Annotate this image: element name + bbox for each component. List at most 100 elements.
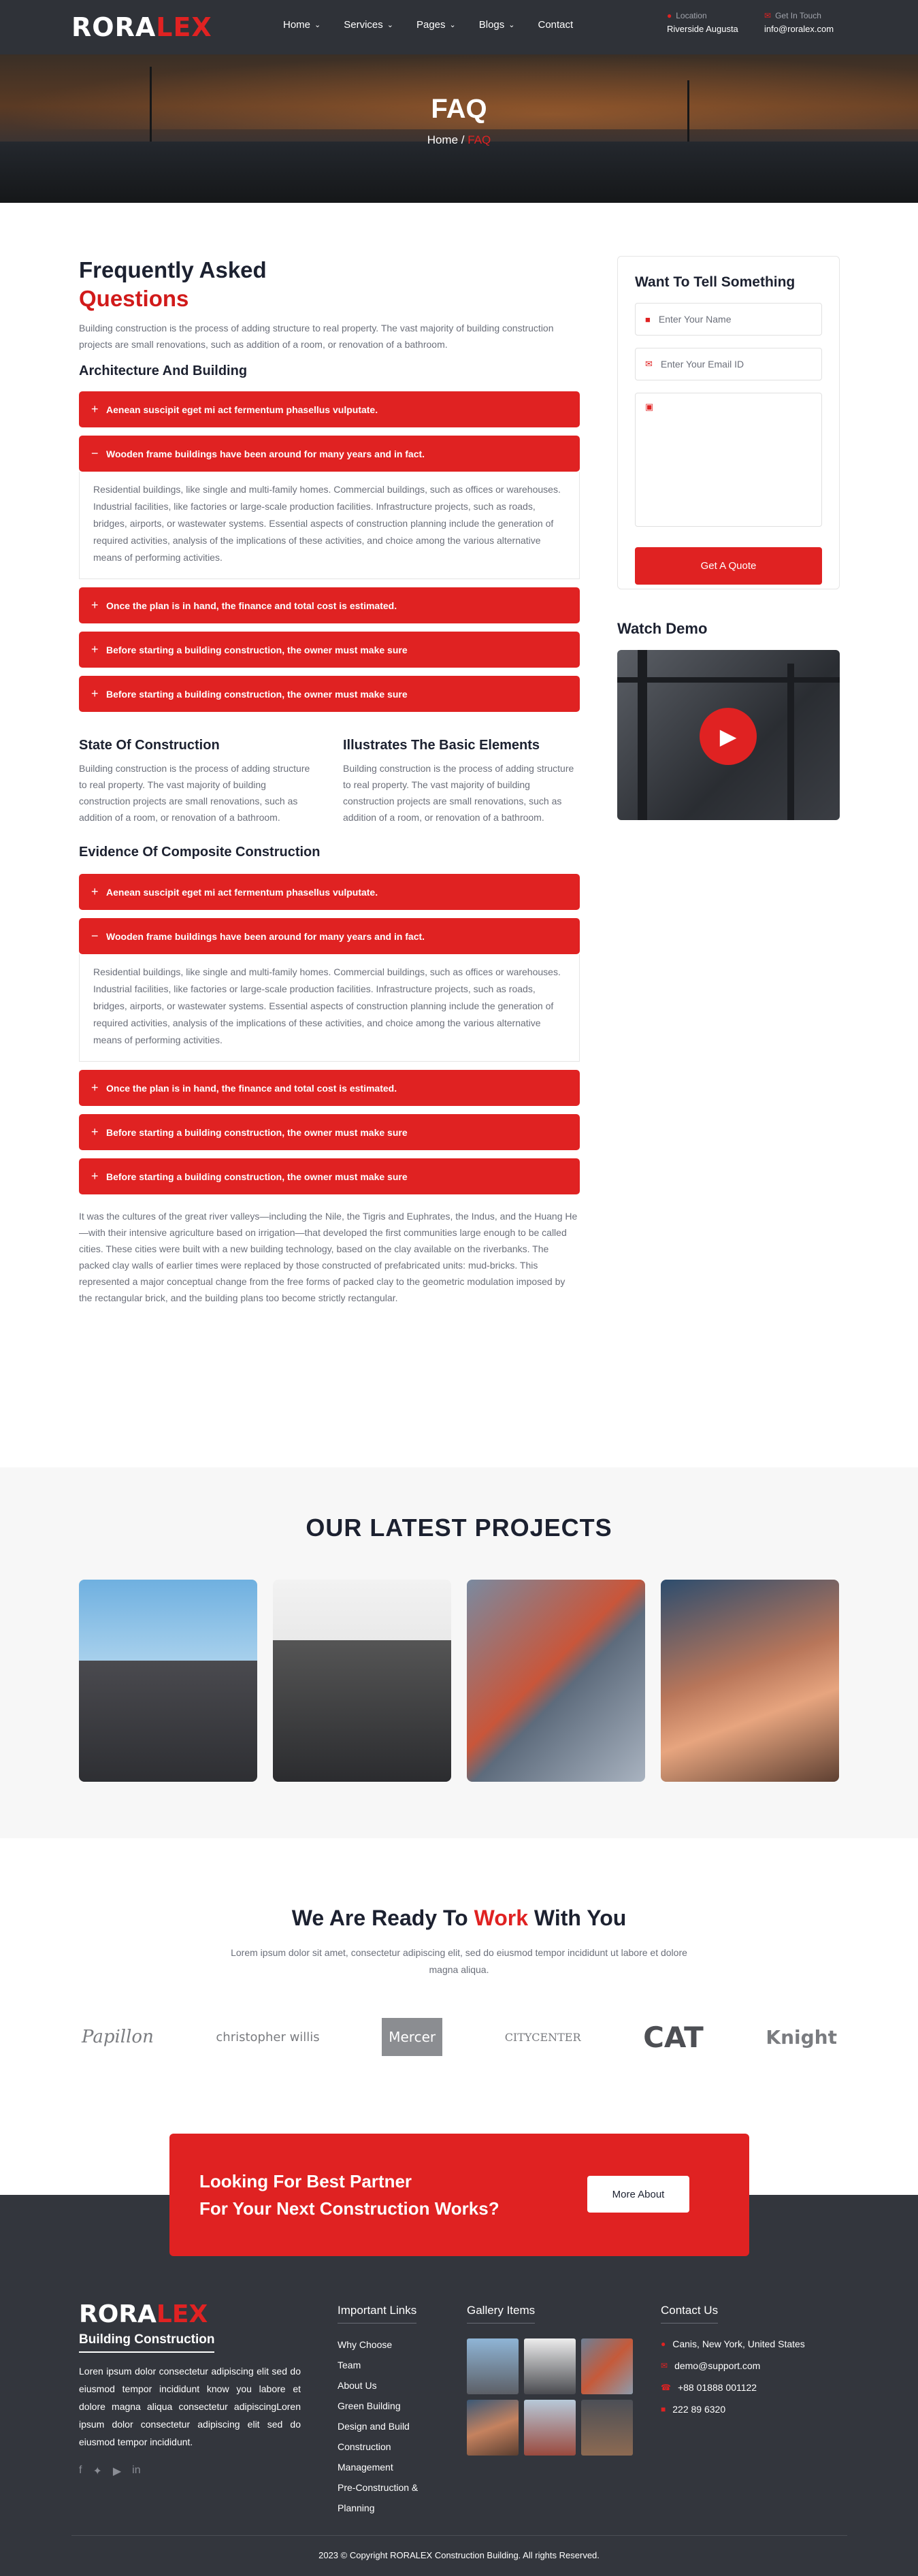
watch-demo-heading: Watch Demo (617, 620, 708, 637)
accordion-item[interactable]: + Aenean suscipit eget mi act fermentum p… (79, 391, 580, 427)
accordion-item-open[interactable]: − Wooden frame buildings have been around… (79, 436, 580, 472)
plus-icon: + (91, 1169, 99, 1183)
accordion-item[interactable]: + Before starting a building construction… (79, 632, 580, 668)
contact-item[interactable]: ☎ +88 01888 001122 (661, 2377, 845, 2398)
ready-title-c: With You (528, 1906, 627, 1930)
partner-logo[interactable]: CITYCENTER (505, 2031, 581, 2044)
footer-gallery: Gallery Items (467, 2304, 644, 2456)
footer-link[interactable]: Team (338, 2355, 446, 2375)
footer-link[interactable]: Green Building (338, 2396, 446, 2416)
accordion-item[interactable]: + Aenean suscipit eget mi act fermentum p… (79, 874, 580, 910)
project-image[interactable] (273, 1580, 451, 1782)
accordion-item-open[interactable]: − Wooden frame buildings have been around… (79, 918, 580, 954)
footer-link[interactable]: Design and Build (338, 2416, 446, 2436)
accordion-title: Once the plan is in hand, the finance an… (106, 1082, 397, 1094)
section-heading: Evidence Of Composite Construction (79, 845, 321, 860)
footer-contact: Contact Us ● Canis, New York, United Stat… (661, 2304, 845, 2420)
accordion-title: Before starting a building construction,… (106, 688, 408, 700)
envelope-icon: ✉ (764, 11, 772, 20)
facebook-icon[interactable]: f (79, 2464, 82, 2478)
name-field[interactable]: ■ Enter Your Name (635, 303, 822, 336)
social-links: f ✦ ▶ in (79, 2464, 301, 2478)
accordion-item[interactable]: + Before starting a building construction… (79, 1114, 580, 1150)
cta-banner: Looking For Best Partner For Your Next Co… (169, 2134, 749, 2256)
accordion-item[interactable]: + Before starting a building construction… (79, 1158, 580, 1194)
nav-label: Services (344, 19, 383, 31)
footer-heading: Important Links (338, 2304, 417, 2324)
gallery-thumb[interactable] (467, 2400, 519, 2456)
accordion-item[interactable]: + Once the plan is in hand, the finance a… (79, 1070, 580, 1106)
footer-link[interactable]: Why Choose (338, 2334, 446, 2355)
section-heading: Architecture And Building (79, 363, 248, 378)
plus-icon: + (91, 1125, 99, 1139)
partner-logo[interactable]: Papillon (82, 2027, 154, 2047)
accordion-item[interactable]: + Before starting a building construction… (79, 676, 580, 712)
project-image[interactable] (661, 1580, 839, 1782)
accordion-item[interactable]: + Once the plan is in hand, the finance a… (79, 587, 580, 623)
faq-heading: Frequently Asked (79, 257, 267, 282)
breadcrumb-current: FAQ (468, 133, 491, 146)
contact-email: demo@support.com (674, 2360, 761, 2371)
demo-video[interactable]: ▶ (617, 650, 840, 820)
plus-icon: + (91, 642, 99, 656)
contact-fax: 222 89 6320 (672, 2404, 726, 2415)
linkedin-icon[interactable]: in (132, 2464, 140, 2478)
email-field[interactable]: ✉ Enter Your Email ID (635, 348, 822, 380)
footer-heading: Contact Us (661, 2304, 719, 2324)
gallery-thumb[interactable] (581, 2338, 633, 2394)
project-image[interactable] (467, 1580, 645, 1782)
gallery-thumb[interactable] (581, 2400, 633, 2456)
gallery-thumb[interactable] (524, 2400, 576, 2456)
column-title: Illustrates The Basic Elements (343, 738, 540, 753)
info-column: Illustrates The Basic Elements Building … (343, 738, 580, 826)
nav-pages[interactable]: Pages ⌄ (416, 19, 456, 31)
nav-home[interactable]: Home ⌄ (283, 19, 321, 31)
message-field[interactable]: ▣ (635, 393, 822, 527)
gallery-grid (467, 2338, 644, 2456)
footer-logo[interactable]: RORALEX (79, 2300, 301, 2328)
touch-label: Get In Touch (775, 11, 821, 20)
footer-link[interactable]: Pre-Construction & (338, 2477, 446, 2498)
footer-link[interactable]: Construction (338, 2436, 446, 2457)
footer-link[interactable]: Management (338, 2457, 446, 2477)
header-email-link[interactable]: info@roralex.com (764, 24, 834, 34)
twitter-icon[interactable]: ✦ (93, 2464, 101, 2478)
footer-heading: Gallery Items (467, 2304, 536, 2324)
projects-section: OUR LATEST PROJECTS (0, 1467, 918, 1838)
breadcrumb-separator: / (461, 133, 465, 146)
nav-contact[interactable]: Contact (538, 19, 574, 31)
envelope-icon: ✉ (645, 359, 653, 369)
location-label: Location (676, 11, 707, 20)
site-logo[interactable]: RORALEX (71, 12, 212, 42)
header-location: ● Location Riverside Augusta (667, 11, 738, 34)
partner-logo[interactable]: christopher willis (216, 2030, 319, 2044)
breadcrumb-home[interactable]: Home (427, 133, 458, 146)
partner-logo[interactable]: Mercer (382, 2018, 443, 2056)
nav-services[interactable]: Services ⌄ (344, 19, 393, 31)
partner-logo[interactable]: CAT (643, 2021, 704, 2054)
copyright-text: 2023 © Copyright RORALEX Construction Bu… (318, 2550, 600, 2560)
contact-item[interactable]: ✉ demo@support.com (661, 2355, 845, 2377)
footer-link[interactable]: Planning (338, 2498, 446, 2518)
gallery-thumb[interactable] (524, 2338, 576, 2394)
ready-subtitle: Lorem ipsum dolor sit amet, consectetur … (231, 1947, 687, 1975)
fax-icon: ■ (661, 2404, 666, 2414)
more-about-button[interactable]: More About (587, 2176, 689, 2213)
partner-logo[interactable]: Knight (766, 2026, 837, 2049)
play-icon[interactable]: ▶ (700, 708, 757, 765)
email-placeholder: Enter Your Email ID (660, 359, 744, 370)
youtube-icon[interactable]: ▶ (113, 2464, 121, 2478)
footer-link[interactable]: About Us (338, 2375, 446, 2396)
gallery-thumb[interactable] (467, 2338, 519, 2394)
project-image[interactable] (79, 1580, 257, 1782)
get-quote-button[interactable]: Get A Quote (635, 547, 822, 585)
logo-text-a: RORA (79, 2300, 157, 2328)
accordion-title: Once the plan is in hand, the finance an… (106, 600, 397, 611)
minus-icon: − (91, 446, 99, 460)
comment-icon: ▣ (645, 402, 654, 412)
cta-text: Looking For Best Partner For Your Next Co… (199, 2168, 499, 2222)
nav-blogs[interactable]: Blogs ⌄ (479, 19, 515, 31)
contact-phone: +88 01888 001122 (677, 2382, 757, 2393)
accordion-title: Aenean suscipit eget mi act fermentum ph… (106, 886, 378, 898)
cta-line: For Your Next Construction Works? (199, 2198, 499, 2219)
